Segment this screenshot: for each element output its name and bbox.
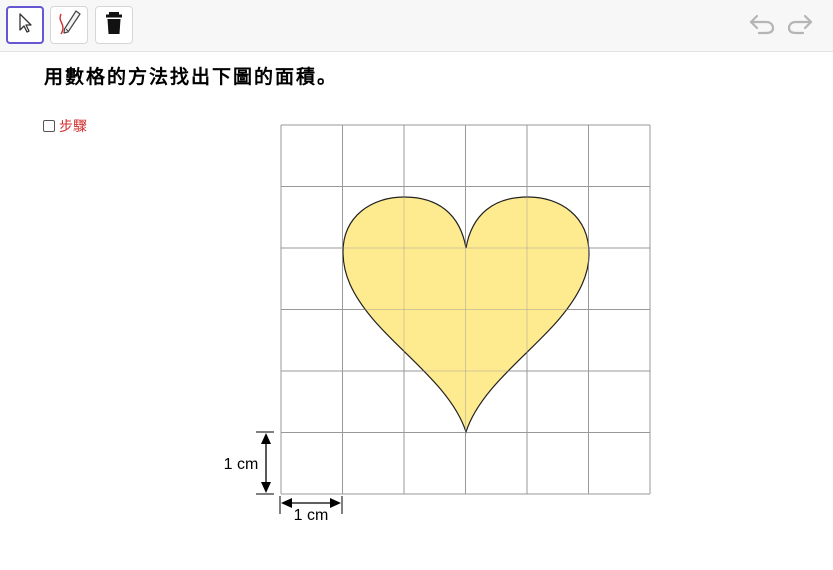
vertical-measure-label: 1 cm [224,456,259,473]
horizontal-measure: 1 cm [279,496,343,524]
app-window: 用數格的方法找出下圖的面積。 步驟 1 cm 1 cm [0,0,833,570]
heart-grid-figure: 1 cm 1 cm [224,124,651,524]
horizontal-measure-label: 1 cm [294,507,329,524]
vertical-measure: 1 cm [224,431,274,495]
grid-overlay [280,124,651,495]
